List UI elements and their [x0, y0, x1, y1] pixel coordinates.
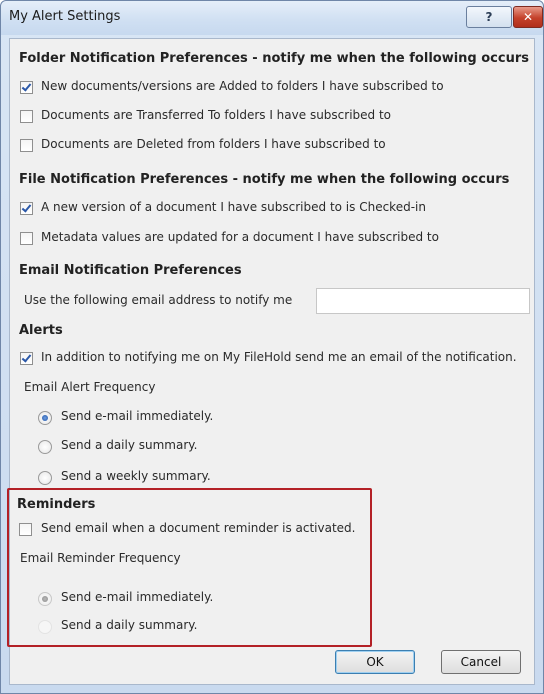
alert-immediately-label: Send e-mail immediately. — [61, 409, 214, 423]
ok-button-label: OK — [366, 655, 384, 669]
title-bar: My Alert Settings ? ✕ — [1, 1, 543, 35]
reminder-frequency-label: Email Reminder Frequency — [20, 551, 181, 565]
folder-transferred-label: Documents are Transferred To folders I h… — [41, 108, 392, 122]
folder-added-checkbox[interactable] — [20, 81, 33, 94]
close-icon: ✕ — [522, 10, 534, 24]
help-button[interactable]: ? — [466, 6, 512, 28]
reminder-immediately-label: Send e-mail immediately. — [61, 590, 214, 604]
reminder-email-checkbox[interactable] — [19, 523, 32, 536]
alert-weekly-label: Send a weekly summary. — [61, 469, 211, 483]
close-button[interactable]: ✕ — [513, 6, 543, 28]
reminders-heading: Reminders — [17, 497, 96, 512]
email-preferences-heading: Email Notification Preferences — [19, 263, 242, 278]
cancel-button[interactable]: Cancel — [441, 650, 521, 674]
alerts-email-checkbox[interactable] — [20, 352, 33, 365]
file-metadata-checkbox[interactable] — [20, 232, 33, 245]
file-metadata-label: Metadata values are updated for a docume… — [41, 230, 439, 244]
folder-transferred-checkbox[interactable] — [20, 110, 33, 123]
reminder-email-label: Send email when a document reminder is a… — [41, 521, 356, 535]
reminder-daily-label: Send a daily summary. — [61, 618, 198, 632]
alerts-email-label: In addition to notifying me on My FileHo… — [41, 350, 517, 364]
email-address-input[interactable] — [316, 288, 530, 314]
alert-daily-radio[interactable] — [38, 440, 52, 454]
file-preferences-heading: File Notification Preferences - notify m… — [19, 172, 510, 187]
help-icon: ? — [485, 10, 493, 24]
alerts-heading: Alerts — [19, 323, 63, 338]
folder-deleted-label: Documents are Deleted from folders I hav… — [41, 137, 386, 151]
reminder-immediately-radio[interactable] — [38, 592, 52, 606]
alert-frequency-label: Email Alert Frequency — [24, 380, 156, 394]
reminder-daily-radio[interactable] — [38, 620, 52, 634]
cancel-button-label: Cancel — [460, 655, 502, 669]
dialog-title: My Alert Settings — [9, 9, 121, 24]
folder-deleted-checkbox[interactable] — [20, 139, 33, 152]
alert-weekly-radio[interactable] — [38, 471, 52, 485]
alert-immediately-radio[interactable] — [38, 411, 52, 425]
folder-added-label: New documents/versions are Added to fold… — [41, 79, 444, 93]
ok-button[interactable]: OK — [335, 650, 415, 674]
folder-preferences-heading: Folder Notification Preferences - notify… — [19, 51, 530, 66]
file-checkedin-label: A new version of a document I have subsc… — [41, 200, 426, 214]
file-checkedin-checkbox[interactable] — [20, 202, 33, 215]
dialog-body: Folder Notification Preferences - notify… — [7, 38, 535, 685]
alert-daily-label: Send a daily summary. — [61, 438, 198, 452]
email-address-label: Use the following email address to notif… — [24, 293, 293, 307]
